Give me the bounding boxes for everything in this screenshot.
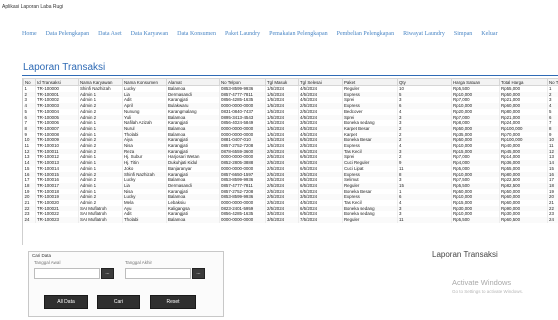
start-date-field[interactable] bbox=[34, 268, 100, 279]
menu-keluar[interactable]: Keluar bbox=[481, 31, 497, 37]
table-row[interactable]: 24 TR-100023 SAI Muflatroh Tholabi Balamoa 00… bbox=[23, 217, 558, 223]
column-header[interactable]: No Telpon bbox=[219, 78, 266, 86]
column-header[interactable]: Nama Konsumen bbox=[122, 78, 167, 86]
table-cell: Rp60,500 bbox=[499, 217, 548, 223]
table-cell: 7/5/2024 bbox=[298, 217, 343, 223]
column-header[interactable]: No Trans bbox=[547, 78, 558, 86]
main-menu-bar: Home Data Pelengkapan Data Aset Data Kar… bbox=[22, 27, 558, 41]
end-date-label: Tanggal Akhir bbox=[125, 260, 153, 265]
table-cell: 3/5/2024 bbox=[265, 217, 299, 223]
menu-data-konsumen[interactable]: Data Konsumen bbox=[177, 31, 216, 37]
column-header[interactable]: Id Transaksi bbox=[35, 78, 79, 86]
start-date-picker-button[interactable]: ... bbox=[101, 268, 114, 279]
menu-pemakaian-pelengkapan[interactable]: Pemakaian Pelengkapan bbox=[269, 31, 327, 37]
end-date-field[interactable] bbox=[125, 268, 191, 279]
all-data-button[interactable]: All Data bbox=[44, 295, 88, 309]
table-cell: TR-100023 bbox=[35, 217, 79, 223]
menu-data-karyawan[interactable]: Data Karyawan bbox=[131, 31, 168, 37]
table-cell: 24 bbox=[23, 217, 36, 223]
menu-data-aset[interactable]: Data Aset bbox=[98, 31, 122, 37]
menu-riwayat-laundry[interactable]: Riwayat Laundry bbox=[403, 31, 445, 37]
search-panel: Cari Data Tanggal Awal ... Tanggal Akhir… bbox=[28, 251, 224, 317]
report-label: Laporan Transaksi bbox=[432, 250, 498, 259]
column-header[interactable]: Total Harga bbox=[499, 78, 548, 86]
title-divider bbox=[22, 75, 558, 76]
menu-home[interactable]: Home bbox=[22, 31, 37, 37]
column-header[interactable]: Tgl Masuk bbox=[265, 78, 299, 86]
table-cell: 24 bbox=[547, 217, 558, 223]
start-date-label: Tanggal Awal bbox=[34, 260, 61, 265]
transactions-table-container[interactable]: No Id Transaksi Nama Karyawan Nama Konsumen… bbox=[22, 78, 558, 245]
activation-watermark-title: Activate Windows bbox=[452, 278, 512, 287]
end-date-picker-button[interactable]: ... bbox=[192, 268, 205, 279]
column-header[interactable]: Qty bbox=[397, 78, 452, 86]
table-cell: Reguler bbox=[342, 217, 398, 223]
menu-pembelian-pelengkapan[interactable]: Pembelian Pelengkapan bbox=[337, 31, 394, 37]
table-cell: Balamoa bbox=[166, 217, 220, 223]
search-button[interactable]: Cari bbox=[97, 295, 140, 309]
column-header[interactable]: No bbox=[23, 78, 36, 86]
menu-paket-laundry[interactable]: Paket Laundry bbox=[225, 31, 260, 37]
table-cell: SAI Muflatroh bbox=[78, 217, 123, 223]
table-header-row: No Id Transaksi Nama Karyawan Nama Konsumen… bbox=[23, 78, 558, 86]
search-panel-legend: Cari Data bbox=[32, 253, 52, 258]
reset-button[interactable]: Reset bbox=[150, 295, 196, 309]
title-bar: Aplikasi Laporan Laba Rugi bbox=[0, 0, 558, 14]
activation-watermark-subtitle: Go to Settings to activate Windows. bbox=[452, 289, 524, 294]
table-cell: Rp5,500 bbox=[451, 217, 500, 223]
column-header[interactable]: Nama Karyawan bbox=[78, 78, 123, 86]
column-header[interactable]: Harga Satuan bbox=[451, 78, 500, 86]
table-cell: 11 bbox=[397, 217, 452, 223]
page-title: Laporan Transaksi bbox=[23, 62, 106, 73]
table-cell: 0000-0000-0000 bbox=[219, 217, 266, 223]
menu-data-pelengkapan[interactable]: Data Pelengkapan bbox=[46, 31, 89, 37]
menu-simpan[interactable]: Simpan bbox=[454, 31, 472, 37]
table-cell: Tholabi bbox=[122, 217, 167, 223]
window-title: Aplikasi Laporan Laba Rugi bbox=[2, 4, 64, 10]
transactions-table: No Id Transaksi Nama Karyawan Nama Konsumen… bbox=[23, 78, 558, 223]
column-header[interactable]: Paket bbox=[342, 78, 398, 86]
column-header[interactable]: Alamat bbox=[166, 78, 220, 86]
column-header[interactable]: Tgl Selesai bbox=[298, 78, 343, 86]
